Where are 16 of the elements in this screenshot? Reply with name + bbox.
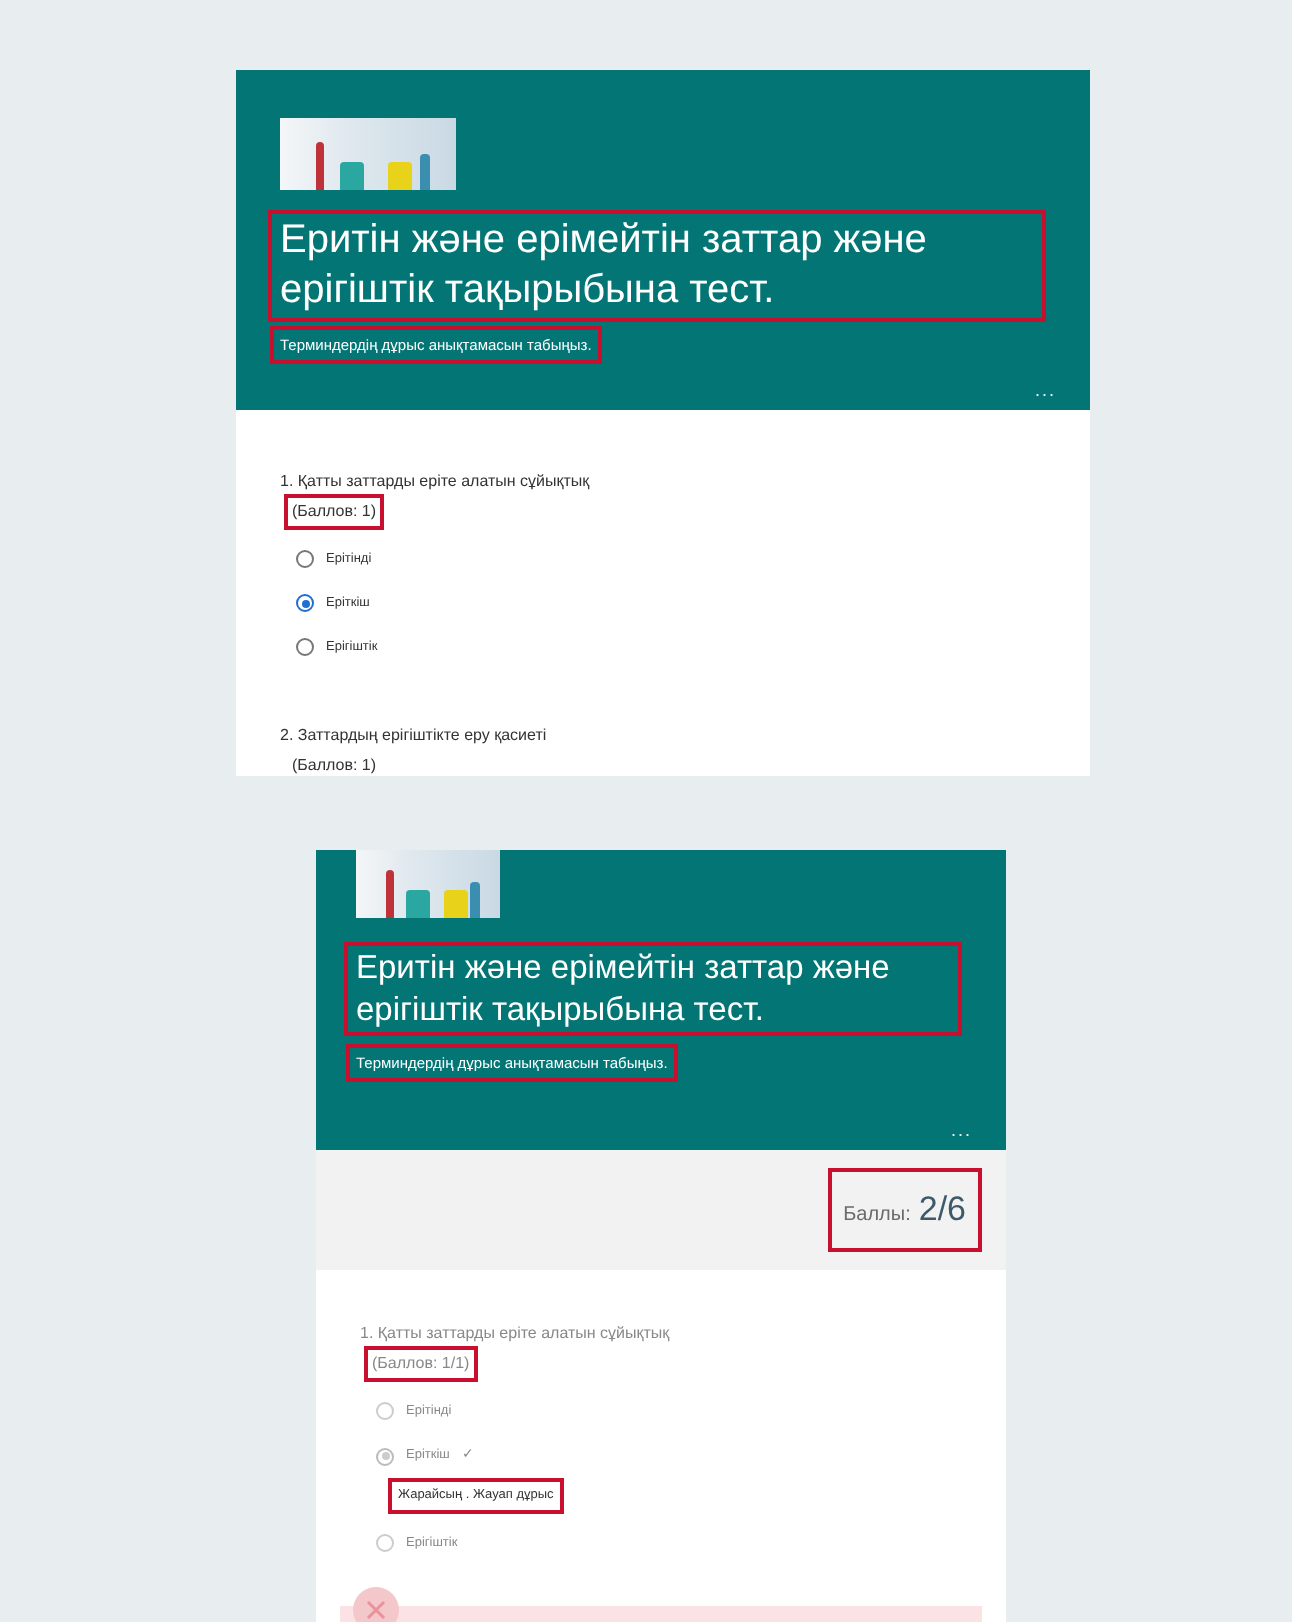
more-options-button[interactable]: ... <box>948 1115 974 1146</box>
question-points: (Баллов: 1) <box>290 754 379 776</box>
score-label: Баллы: <box>843 1202 911 1231</box>
question-text: 1. Қатты заттарды еріте алатын сұйықтық <box>280 470 592 494</box>
question-points: (Баллов: 1/1) <box>368 1350 474 1378</box>
form-title: Еритін және ерімейтін заттар және ерігіштік тақырыбына тест. <box>272 214 1042 318</box>
question-text: 1. Қатты заттарды еріте алатын сұйықтық <box>360 1322 672 1346</box>
radio-button[interactable] <box>296 594 314 613</box>
question-text: 2. Заттардың ерігіштікте еру қасиеті <box>280 724 549 749</box>
question-points: (Баллов: 1) <box>288 498 381 526</box>
radio-button[interactable] <box>296 550 314 569</box>
radio-button[interactable] <box>296 637 314 656</box>
more-options-button[interactable]: ... <box>1032 375 1058 406</box>
form-title: Еритін және ерімейтін заттар және ерігіштік тақырыбына тест. <box>348 946 958 1033</box>
score-value: 2/6 <box>918 1188 966 1233</box>
photo-placeholder <box>356 850 500 918</box>
